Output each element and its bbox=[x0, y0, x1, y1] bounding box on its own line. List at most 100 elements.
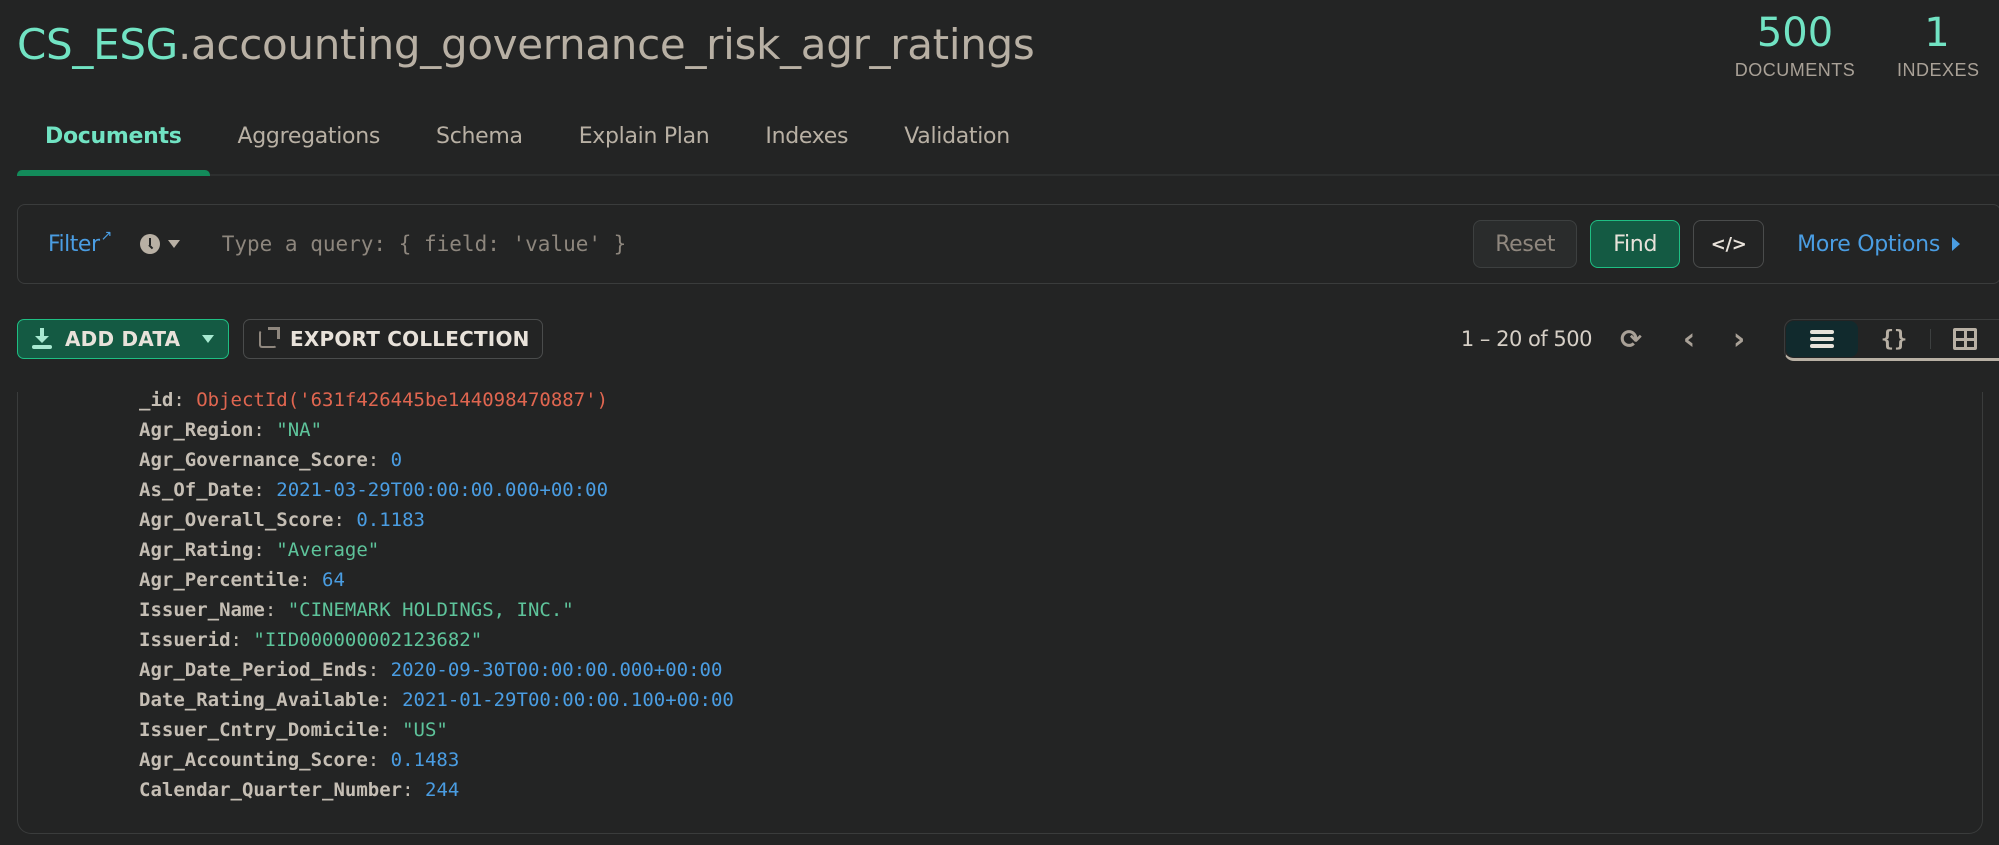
document-field[interactable]: As_Of_Date: 2021-03-29T00:00:00.000+00:0… bbox=[139, 475, 734, 505]
field-separator: : bbox=[379, 689, 403, 711]
document-field[interactable]: Agr_Region: "NA" bbox=[139, 415, 734, 445]
database-name[interactable]: CS_ESG bbox=[17, 20, 178, 69]
tab-aggregations[interactable]: Aggregations bbox=[210, 110, 409, 174]
document-field[interactable]: Agr_Percentile: 64 bbox=[139, 565, 734, 595]
field-value: 2021-01-29T00:00:00.100+00:00 bbox=[402, 689, 734, 711]
collection-name: .accounting_governance_risk_agr_ratings bbox=[177, 20, 1035, 69]
field-key: Agr_Region bbox=[139, 419, 254, 441]
list-view-button[interactable] bbox=[1786, 321, 1858, 357]
field-value: "Average" bbox=[276, 539, 380, 561]
field-value: "NA" bbox=[276, 419, 323, 441]
field-value: "US" bbox=[402, 719, 448, 741]
field-key: Issuer_Name bbox=[139, 599, 265, 621]
query-history-button[interactable] bbox=[139, 234, 180, 254]
tab-indexes[interactable]: Indexes bbox=[737, 110, 876, 174]
field-separator: : bbox=[264, 599, 288, 621]
tab-explain-plan[interactable]: Explain Plan bbox=[551, 110, 738, 174]
field-separator: : bbox=[299, 569, 323, 591]
field-separator: : bbox=[253, 419, 277, 441]
list-icon bbox=[1810, 330, 1834, 348]
indexes-stat: 1 INDEXES bbox=[1897, 8, 1980, 81]
indexes-label: INDEXES bbox=[1897, 60, 1980, 80]
tab-validation[interactable]: Validation bbox=[876, 110, 1038, 174]
indexes-count: 1 bbox=[1924, 10, 1950, 56]
field-separator: : bbox=[333, 509, 357, 531]
filter-link[interactable]: Filter ↗ bbox=[48, 228, 112, 257]
field-separator: : bbox=[367, 449, 391, 471]
field-key: Issuer_Cntry_Domicile bbox=[139, 719, 380, 741]
external-link-icon: ↗ bbox=[100, 227, 112, 244]
field-separator: : bbox=[367, 659, 391, 681]
field-separator: : bbox=[173, 389, 197, 411]
field-value: 0 bbox=[390, 449, 403, 471]
query-input[interactable] bbox=[221, 232, 1474, 256]
field-value: 0.1483 bbox=[390, 749, 460, 771]
pagination: 1 – 20 of 500 ⟳ ‹ › {} bbox=[1460, 319, 1999, 361]
document-field[interactable]: Date_Rating_Available: 2021-01-29T00:00:… bbox=[139, 685, 734, 715]
field-value: 2020-09-30T00:00:00.000+00:00 bbox=[390, 659, 723, 681]
caret-right-icon bbox=[1952, 237, 1960, 251]
field-value: 0.1183 bbox=[356, 509, 425, 531]
field-key: _id bbox=[139, 389, 174, 411]
add-data-button[interactable]: ADD DATA bbox=[17, 319, 229, 359]
json-view-button[interactable]: {} bbox=[1858, 321, 1930, 357]
document-fields: _id: ObjectId('631f426445be144098470887'… bbox=[139, 385, 734, 805]
document-field[interactable]: Agr_Date_Period_Ends: 2020-09-30T00:00:0… bbox=[139, 655, 734, 685]
clock-icon bbox=[139, 234, 160, 254]
field-key: Agr_Percentile bbox=[139, 569, 300, 591]
field-key: Agr_Rating bbox=[139, 539, 254, 561]
field-key: Agr_Overall_Score bbox=[139, 509, 334, 531]
caret-down-icon bbox=[202, 335, 215, 343]
query-bar: Filter ↗ Reset Find </> More Options bbox=[17, 204, 1999, 284]
tab-schema[interactable]: Schema bbox=[408, 110, 551, 174]
document-field[interactable]: Agr_Accounting_Score: 0.1483 bbox=[139, 745, 734, 775]
refresh-icon[interactable]: ⟳ bbox=[1616, 324, 1646, 354]
field-key: As_Of_Date bbox=[139, 479, 254, 501]
caret-down-icon bbox=[167, 240, 180, 248]
find-button[interactable]: Find bbox=[1590, 220, 1681, 268]
field-key: Agr_Accounting_Score bbox=[139, 749, 368, 771]
table-view-button[interactable] bbox=[1931, 321, 1999, 357]
document-field[interactable]: Agr_Overall_Score: 0.1183 bbox=[139, 505, 734, 535]
tab-documents[interactable]: Documents bbox=[17, 110, 210, 176]
field-separator: : bbox=[253, 539, 277, 561]
document-field[interactable]: Issuer_Name: "CINEMARK HOLDINGS, INC." bbox=[139, 595, 734, 625]
download-icon bbox=[32, 328, 52, 350]
collection-title: CS_ESG.accounting_governance_risk_agr_ra… bbox=[17, 20, 1035, 69]
document-field[interactable]: Calendar_Quarter_Number: 244 bbox=[139, 775, 734, 805]
document-field[interactable]: Agr_Governance_Score: 0 bbox=[139, 445, 734, 475]
field-key: Date_Rating_Available bbox=[139, 689, 380, 711]
code-icon[interactable]: </> bbox=[1693, 220, 1765, 268]
document-field[interactable]: Issuer_Cntry_Domicile: "US" bbox=[139, 715, 734, 745]
field-value: "IID000000002123682" bbox=[253, 629, 483, 651]
field-key: Calendar_Quarter_Number bbox=[139, 779, 403, 801]
document-field[interactable]: Agr_Rating: "Average" bbox=[139, 535, 734, 565]
field-key: Agr_Governance_Score bbox=[139, 449, 368, 471]
field-separator: : bbox=[230, 629, 254, 651]
more-options-label: More Options bbox=[1797, 231, 1940, 257]
document-field[interactable]: Issuerid: "IID000000002123682" bbox=[139, 625, 734, 655]
add-data-label: ADD DATA bbox=[65, 327, 181, 351]
field-separator: : bbox=[253, 479, 277, 501]
field-separator: : bbox=[367, 749, 391, 771]
filter-label: Filter bbox=[48, 231, 100, 257]
export-collection-label: EXPORT COLLECTION bbox=[290, 327, 530, 351]
documents-toolbar: ADD DATA EXPORT COLLECTION 1 – 20 of 500… bbox=[17, 319, 1999, 361]
field-value: "CINEMARK HOLDINGS, INC." bbox=[287, 599, 574, 621]
documents-stat: 500 DOCUMENTS bbox=[1715, 8, 1875, 81]
reset-button[interactable]: Reset bbox=[1473, 220, 1578, 268]
export-collection-button[interactable]: EXPORT COLLECTION bbox=[243, 319, 543, 359]
field-value: 64 bbox=[322, 569, 345, 591]
compass-collection-view: CS_ESG.accounting_governance_risk_agr_ra… bbox=[0, 0, 1999, 845]
documents-count: 500 bbox=[1756, 10, 1834, 56]
table-icon bbox=[1953, 328, 1977, 350]
document-field[interactable]: _id: ObjectId('631f426445be144098470887'… bbox=[139, 385, 734, 415]
chevron-right-icon[interactable]: › bbox=[1724, 322, 1754, 357]
field-value: ObjectId('631f426445be144098470887') bbox=[196, 389, 609, 411]
field-separator: : bbox=[379, 719, 403, 741]
more-options-button[interactable]: More Options bbox=[1797, 232, 1960, 257]
chevron-left-icon[interactable]: ‹ bbox=[1674, 322, 1704, 357]
pagination-count: 1 – 20 of 500 bbox=[1460, 327, 1593, 351]
collection-tabs: Documents Aggregations Schema Explain Pl… bbox=[17, 110, 1999, 176]
field-value: 2021-03-29T00:00:00.000+00:00 bbox=[276, 479, 609, 501]
